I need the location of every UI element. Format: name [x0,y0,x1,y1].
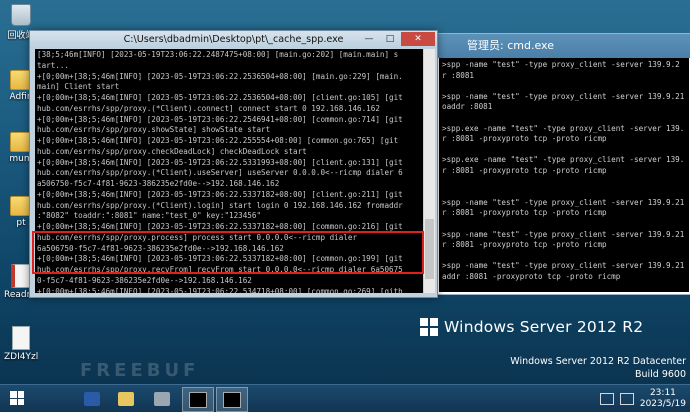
maximize-button[interactable]: □ [380,32,400,46]
product-name: Windows Server 2012 R2 [444,318,644,336]
console-scrollbar[interactable] [424,49,435,293]
watermark: FREEBUF [80,360,200,381]
spp-console-line: a506750-f5c7-4f81-9623-386235e2fd0e-->19… [37,179,280,188]
cmd-console-line [442,81,686,92]
spp-window-titlebar[interactable]: C:\Users\dbadmin\Desktop\pt\_cache_spp.e… [30,31,437,48]
file-icon [12,326,30,350]
desktop-icon-label: ZDI4YzlM... [4,352,38,362]
cmd-console-line: r :8081 -proxyproto tcp -proto ricmp [442,208,607,218]
spp-console-line: 6a506750-f5c7-4f81-9623-386235e2fd0e-->1… [37,243,284,253]
taskbar-cmd-2[interactable] [216,387,248,412]
taskbar-server-manager[interactable] [146,387,178,412]
spp-console-line: +[0;00m+[38;5;46m[INFO] [2023-05-19T23:0… [37,93,403,102]
cmd-console-line: >spp -name "test" -type proxy_client -se… [442,261,685,271]
cmd-console-line: r :8081 [442,70,475,80]
spp-console-line: +[0;00m+[38;5;46m[INFO] [2023-05-19T23:0… [37,114,403,124]
spp-console-line: hub.com/esrrhs/spp/proxy.process] proces… [37,232,358,242]
cmd-console-line [442,177,686,188]
windows-start-icon [10,391,24,405]
spp-console-line: +[0;00m+[38;5;46m[INFO] [2023-05-19T23:0… [37,136,399,145]
taskbar-explorer[interactable] [110,387,142,412]
cmd-console-line: r :8081 -proxyproto tcp -proto ricmp [442,134,607,144]
cmd-icon [189,392,207,408]
cmd-console-line: >spp -name "test" -type proxy_client -se… [442,197,685,207]
spp-console-line: hub.com/esrrhs/spp/proxy.checkDeadLock] … [37,146,307,156]
spp-console-line: +[0;00m+[38;5;46m[INFO] [2023-05-19T23:0… [37,189,403,199]
spp-console-line: +[0;00m+[38;5;46m[INFO] [2023-05-19T23:0… [37,71,403,81]
cmd-console-line: >spp -name "test" -type proxy_client -se… [442,229,685,239]
spp-console-line: 0-f5c7-4f81-9623-386235e2fd0e-->192.168.… [37,275,252,285]
cmd-window-title[interactable]: 管理员: cmd.exe [437,34,690,58]
cmd-console-line: addr :8081 -proxyproto tcp -proto ricmp [442,271,621,281]
server-manager-icon [154,392,170,406]
taskbar-clock[interactable]: 23:11 2023/5/19 [640,388,686,410]
file-explorer-icon [118,392,134,406]
cmd-window[interactable]: 管理员: cmd.exe >spp -name "test" -type pro… [436,33,690,295]
cmd-console-output[interactable]: >spp -name "test" -type proxy_client -se… [439,58,689,292]
close-button[interactable]: ✕ [401,32,435,46]
spp-console-line: main] Client start [37,82,120,92]
network-icon[interactable] [599,392,614,405]
windows-logo-icon [420,318,438,336]
spp-console-line: :"8082" toaddr:":8081" name:"test_0" key… [37,211,262,221]
spp-console-line: hub.com/esrrhs/spp/proxy.(*Client).login… [37,200,403,210]
spp-console-line: tart... [37,60,70,70]
os-branding: Windows Server 2012 R2 [420,318,643,336]
cmd-console-line: >spp -name "test" -type proxy_client -se… [442,91,685,101]
spp-console-line: hub.com/esrrhs/spp/proxy.(*Client).useSe… [37,168,403,178]
cmd-icon [223,392,241,408]
recycle-bin-icon [11,4,31,26]
window-controls: — □ ✕ [359,32,435,47]
spp-console-line: +[0;00m+[38;5;46m[INFO] [2023-05-19T23:0… [37,222,403,231]
cmd-console-line [442,113,686,124]
spp-console-line: hub.com/esrrhs/spp/proxy.showState] show… [37,125,271,135]
spp-window-title: C:\Users\dbadmin\Desktop\pt\_cache_spp.e… [123,34,344,45]
spp-console-line: [38;5;46m[INFO] [2023-05-19T23:06:22.248… [37,50,399,59]
cmd-console-line [442,187,686,198]
powershell-icon [84,392,100,406]
desktop-icon-zdi[interactable]: ZDI4YzlM... [4,326,38,362]
taskbar: 23:11 2023/5/19 [0,384,690,412]
cmd-console-line: >spp -name "test" -type proxy_client -se… [442,60,680,69]
os-info: Windows Server 2012 R2 Datacenter Build … [510,355,686,381]
start-button[interactable] [2,387,32,410]
keyboard-icon[interactable] [619,392,634,405]
taskbar-powershell[interactable] [76,387,108,412]
spp-console-line: +[0;00m+[38;5;46m[INFO] [2023-05-19T23:0… [37,157,403,167]
cmd-console-line [442,145,686,156]
desktop: 回收站 Adfin mum pt Readme.txt ZDI4YzlM... … [0,0,690,384]
cmd-console-line: r :8081 -proxyproto tcp -proto ricmp [442,165,607,175]
cmd-console-line: r :8081 -proxyproto tcp -proto ricmp [442,240,607,250]
spp-console-window[interactable]: C:\Users\dbadmin\Desktop\pt\_cache_spp.e… [29,30,438,298]
spp-console-output[interactable]: [38;5;46m[INFO] [2023-05-19T23:06:22.248… [35,49,423,293]
cmd-console-line [442,251,686,262]
cmd-console-line [442,219,686,230]
spp-console-line: hub.com/esrrhs/spp/proxy.(*Client).conne… [37,103,380,113]
taskbar-cmd-1[interactable] [182,387,214,412]
cmd-console-line: >spp.exe -name "test" -type proxy_client… [442,123,685,133]
spp-console-line: hub.com/esrrhs/spp/proxy.recvFrom] recvF… [37,265,403,274]
cmd-console-line: >spp.exe -name "test" -type proxy_client… [442,155,685,165]
clock-time: 23:11 [649,387,676,398]
system-tray: 23:11 2023/5/19 [599,387,686,410]
os-build: Build 9600 [634,369,686,380]
spp-console-line: +[0;00m+[38;5;46m[INFO] [2023-05-19T23:0… [37,286,403,294]
minimize-button[interactable]: — [359,32,379,46]
cmd-console-line: oaddr :8081 [442,102,493,112]
clock-date: 2023/5/19 [639,398,686,409]
spp-console-line: +[0;00m+[38;5;46m[INFO] [2023-05-19T23:0… [37,254,403,264]
os-edition: Windows Server 2012 R2 Datacenter [510,356,686,367]
scrollbar-thumb[interactable] [425,219,434,279]
